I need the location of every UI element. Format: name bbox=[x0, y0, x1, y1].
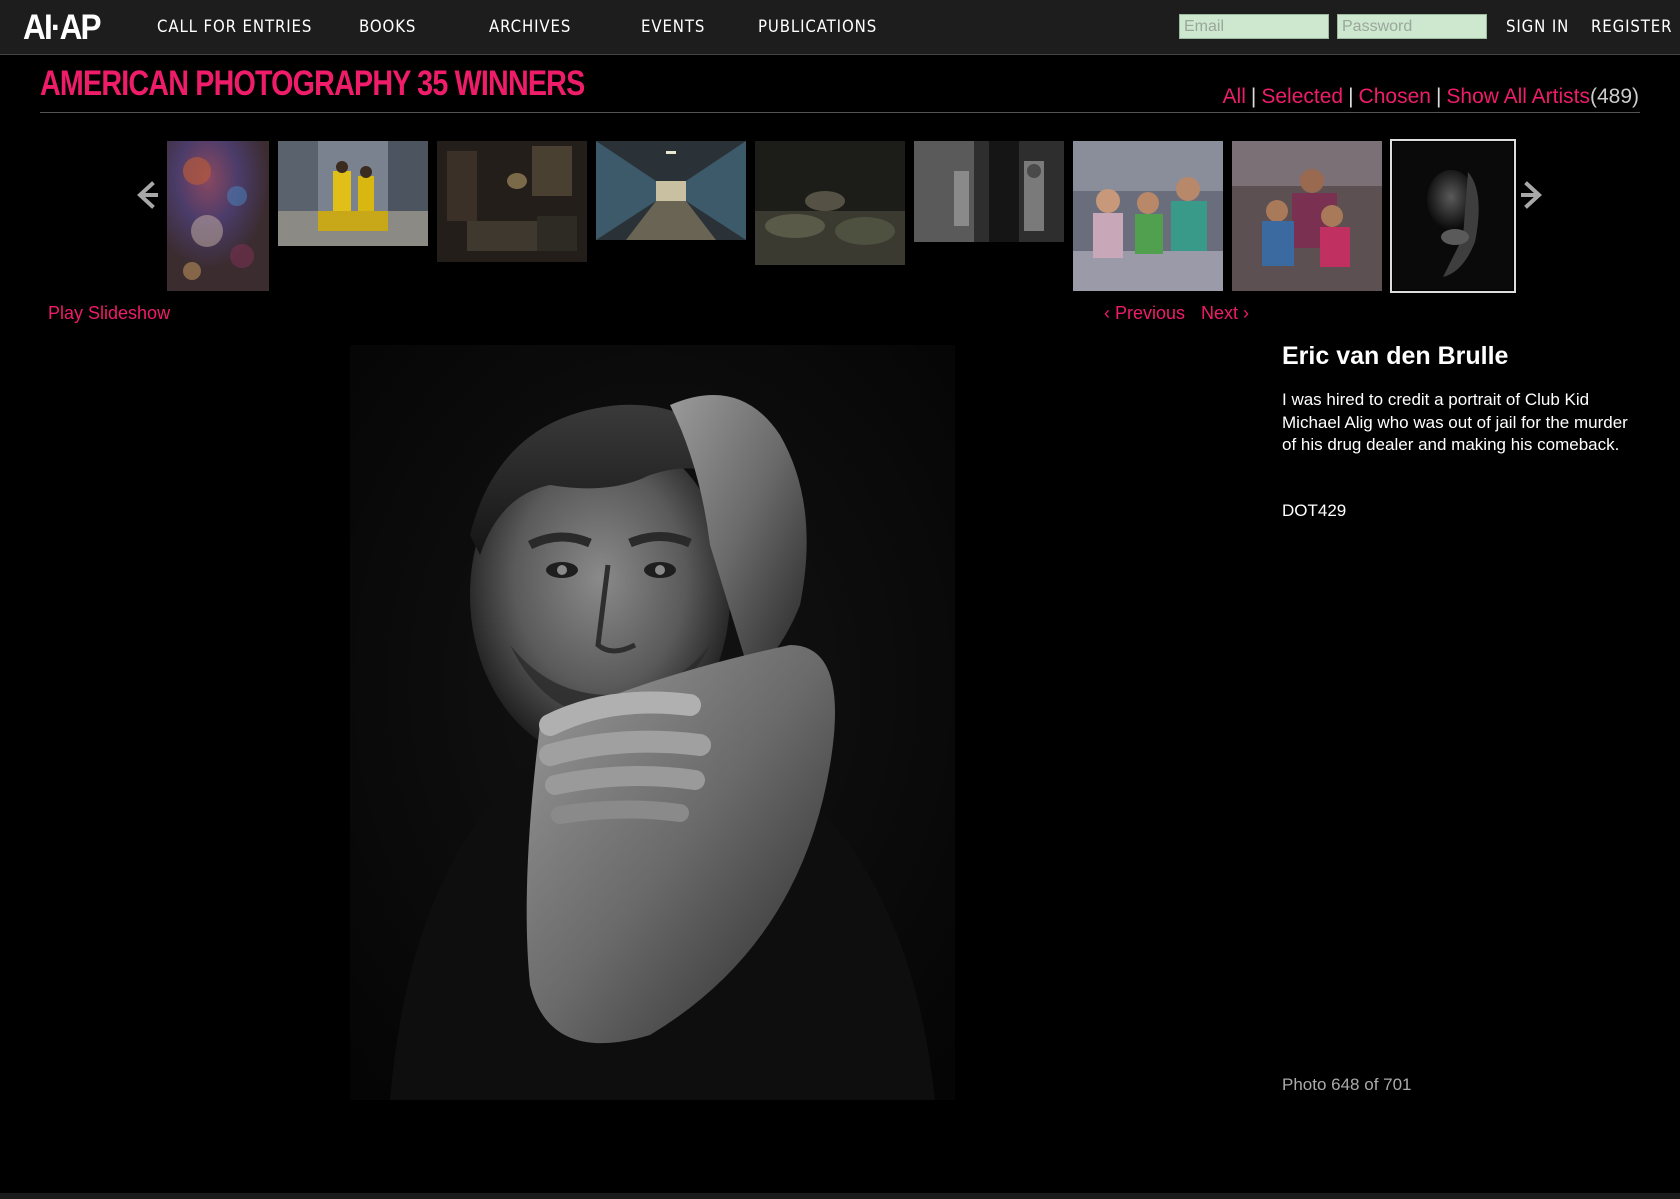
thumbnail-9-active[interactable] bbox=[1390, 139, 1516, 293]
thumbnail-2[interactable] bbox=[278, 141, 428, 246]
sign-in-link[interactable]: SIGN IN bbox=[1506, 17, 1569, 37]
arrow-right-icon[interactable] bbox=[1517, 180, 1547, 210]
previous-link[interactable]: ‹ Previous bbox=[1104, 303, 1185, 324]
thumbnail-3[interactable] bbox=[437, 141, 587, 262]
page: AI·AP Call for Entries Books Archives Ev… bbox=[0, 0, 1680, 1199]
thumbnail-3-image bbox=[437, 141, 587, 262]
photo-code: DOT429 bbox=[1282, 501, 1347, 520]
nav-call-for-entries[interactable]: Call for Entries bbox=[157, 17, 312, 37]
filter-chosen-link[interactable]: Chosen bbox=[1359, 85, 1431, 108]
thumbnail-7-image bbox=[1073, 141, 1223, 291]
photo-counter: Photo 648 of 701 bbox=[1282, 1075, 1412, 1094]
arrow-right-icon-glyph bbox=[1521, 181, 1542, 209]
thumbnail-6-image bbox=[914, 141, 1064, 242]
page-title: AMERICAN PHOTOGRAPHY 35 WINNERS bbox=[40, 64, 585, 103]
main-photo bbox=[350, 345, 955, 1100]
thumbnail-8[interactable] bbox=[1232, 141, 1382, 291]
thumbnail-1-image bbox=[167, 141, 269, 291]
filter-links: All | Selected | Chosen | Show All Artists(489… bbox=[1223, 85, 1639, 109]
thumbnail-2-image bbox=[278, 141, 428, 246]
register-link[interactable]: REGISTER bbox=[1591, 17, 1672, 37]
bottom-strip bbox=[0, 1193, 1680, 1199]
email-input[interactable] bbox=[1179, 14, 1329, 39]
filter-selected-link[interactable]: Selected bbox=[1261, 85, 1343, 108]
thumbnail-7[interactable] bbox=[1073, 141, 1223, 291]
thumbnail-9-image bbox=[1393, 142, 1513, 290]
photo-caption: I was hired to credit a portrait of Club… bbox=[1282, 390, 1628, 454]
thumbnail-8-image bbox=[1232, 141, 1382, 291]
show-all-artists-link[interactable]: Show All Artists bbox=[1446, 85, 1590, 108]
site-logo[interactable]: AI·AP bbox=[23, 8, 102, 48]
password-input[interactable] bbox=[1337, 14, 1487, 39]
thumbnail-6[interactable] bbox=[914, 141, 1064, 242]
thumbnail-4-image bbox=[596, 141, 746, 240]
artist-count: (489) bbox=[1589, 85, 1639, 108]
thumbnail-4[interactable] bbox=[596, 141, 746, 240]
arrow-left-icon[interactable] bbox=[132, 180, 162, 210]
play-slideshow-link[interactable]: Play Slideshow bbox=[48, 303, 170, 324]
filter-all-link[interactable]: All bbox=[1223, 85, 1246, 108]
nav-books[interactable]: Books bbox=[359, 17, 416, 37]
top-navigation-bar: AI·AP Call for Entries Books Archives Ev… bbox=[0, 0, 1680, 55]
nav-events[interactable]: Events bbox=[641, 17, 705, 37]
nav-archives[interactable]: Archives bbox=[489, 17, 571, 37]
header-divider bbox=[40, 112, 1640, 113]
filter-separator: | bbox=[1435, 85, 1442, 108]
thumbnail-5[interactable] bbox=[755, 141, 905, 265]
artist-name: Eric van den Brulle bbox=[1282, 342, 1509, 370]
nav-publications[interactable]: Publications bbox=[758, 17, 877, 37]
filter-separator: | bbox=[1348, 85, 1354, 108]
main-photo-image bbox=[350, 345, 955, 1100]
thumbnail-1[interactable] bbox=[167, 141, 269, 291]
filter-separator: | bbox=[1250, 85, 1257, 108]
thumbnail-5-image bbox=[755, 141, 905, 265]
arrow-left-icon-glyph bbox=[137, 181, 158, 209]
next-link[interactable]: Next › bbox=[1201, 303, 1249, 324]
